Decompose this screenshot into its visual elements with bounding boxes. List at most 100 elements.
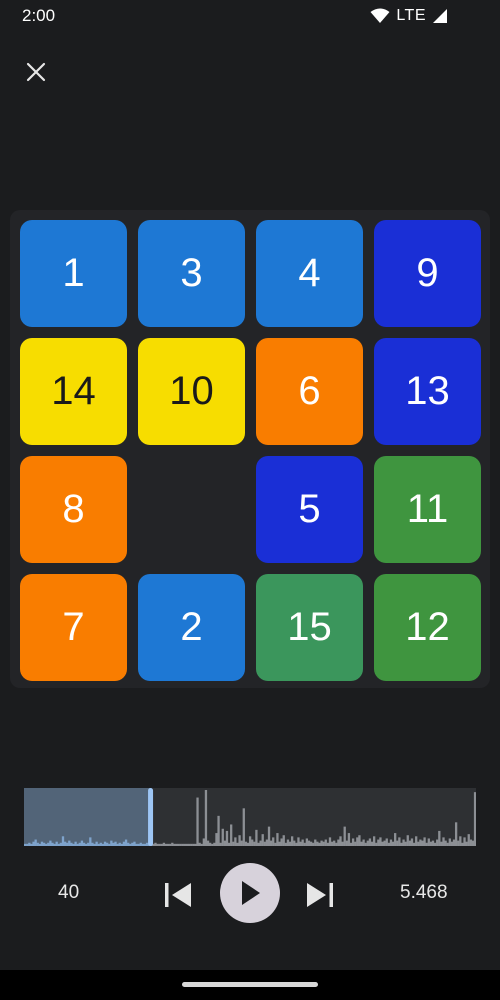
history-bar <box>425 842 428 846</box>
history-bar <box>465 841 468 846</box>
puzzle-tile[interactable]: 2 <box>138 574 245 681</box>
puzzle-tile[interactable]: 5 <box>256 456 363 563</box>
history-bar <box>343 826 346 846</box>
history-bar <box>450 841 454 846</box>
history-bar <box>293 840 296 846</box>
history-bar <box>448 838 451 846</box>
history-bar <box>454 822 458 846</box>
history-bar <box>452 839 456 846</box>
history-bar <box>324 839 327 846</box>
history-bar <box>408 840 412 846</box>
history-bar <box>303 842 306 846</box>
puzzle-tile[interactable]: 13 <box>374 338 481 445</box>
puzzle-tile[interactable]: 11 <box>374 456 481 563</box>
history-bar <box>345 840 348 846</box>
history-bar <box>457 840 460 846</box>
history-bar <box>351 838 355 846</box>
history-bar <box>433 842 437 846</box>
history-bar <box>337 839 340 846</box>
history-bar <box>259 840 262 846</box>
move-history-timeline[interactable] <box>24 788 476 846</box>
history-bar <box>215 833 218 846</box>
history-bar <box>341 841 344 846</box>
history-bar <box>175 843 178 846</box>
history-bar <box>274 842 277 846</box>
history-bar <box>269 840 273 846</box>
skip-next-icon <box>307 883 333 907</box>
puzzle-tile[interactable]: 15 <box>256 574 363 681</box>
status-time: 2:00 <box>22 6 56 25</box>
history-bar <box>242 808 245 846</box>
close-button[interactable] <box>20 56 52 88</box>
puzzle-tile[interactable]: 8 <box>20 456 127 563</box>
skip-previous-button[interactable] <box>160 877 196 913</box>
history-bar <box>297 837 300 846</box>
history-bar <box>339 836 342 846</box>
puzzle-tile[interactable]: 4 <box>256 220 363 327</box>
wifi-icon <box>370 8 390 23</box>
puzzle-tile[interactable]: 10 <box>138 338 245 445</box>
status-icons: LTE <box>370 5 448 27</box>
history-bar <box>209 842 212 846</box>
history-bar <box>190 843 193 846</box>
history-bar <box>305 838 309 846</box>
puzzle-tile[interactable]: 6 <box>256 338 363 445</box>
history-bar <box>318 842 321 846</box>
history-bar <box>291 836 294 846</box>
history-bar <box>347 833 351 846</box>
history-bar <box>431 840 435 846</box>
history-bar <box>383 840 386 846</box>
history-bar <box>436 839 439 846</box>
history-bar <box>230 824 233 846</box>
history-bar <box>179 843 182 846</box>
puzzle-tile[interactable]: 3 <box>138 220 245 327</box>
skip-next-button[interactable] <box>302 877 338 913</box>
history-bar <box>261 834 264 846</box>
history-bar <box>372 836 376 846</box>
history-bar <box>263 841 266 846</box>
puzzle-tile[interactable]: 12 <box>374 574 481 681</box>
elapsed-time: 5.468 <box>400 882 448 903</box>
history-bar <box>396 840 399 846</box>
close-icon <box>26 62 46 82</box>
history-bar <box>377 839 380 846</box>
puzzle-tile[interactable]: 7 <box>20 574 127 681</box>
history-bar <box>185 843 189 846</box>
history-bar <box>463 837 466 846</box>
puzzle-tile[interactable]: 14 <box>20 338 127 445</box>
playback-controls: 40 5.468 <box>0 860 500 930</box>
history-bar <box>194 843 197 846</box>
network-label: LTE <box>396 7 426 24</box>
history-bar <box>272 837 275 846</box>
history-bar <box>246 842 250 846</box>
history-bar <box>284 842 287 846</box>
history-bar <box>240 840 243 846</box>
history-bar <box>328 837 332 846</box>
history-bar <box>415 836 418 846</box>
history-bar <box>316 841 319 846</box>
puzzle-tile[interactable]: 9 <box>374 220 481 327</box>
puzzle-tile[interactable]: 1 <box>20 220 127 327</box>
history-bar <box>162 842 166 846</box>
history-bar <box>158 843 161 846</box>
history-bar <box>200 843 203 846</box>
history-bar <box>276 833 279 846</box>
history-bar <box>314 839 317 846</box>
play-button[interactable] <box>220 863 280 923</box>
history-bar <box>333 840 336 846</box>
history-bar <box>265 839 269 846</box>
history-bar <box>402 839 405 846</box>
history-bar <box>225 830 229 846</box>
history-bar <box>223 840 227 846</box>
history-bar <box>419 839 422 846</box>
history-bar <box>400 842 403 846</box>
history-bar <box>299 841 302 846</box>
history-bar <box>248 836 252 846</box>
history-bar <box>202 838 205 846</box>
history-bar <box>360 841 363 846</box>
history-bar <box>423 837 426 846</box>
history-bar <box>446 842 449 846</box>
home-indicator[interactable] <box>182 982 318 987</box>
timeline-scrubber-handle[interactable] <box>148 788 154 846</box>
history-bar <box>391 841 395 846</box>
